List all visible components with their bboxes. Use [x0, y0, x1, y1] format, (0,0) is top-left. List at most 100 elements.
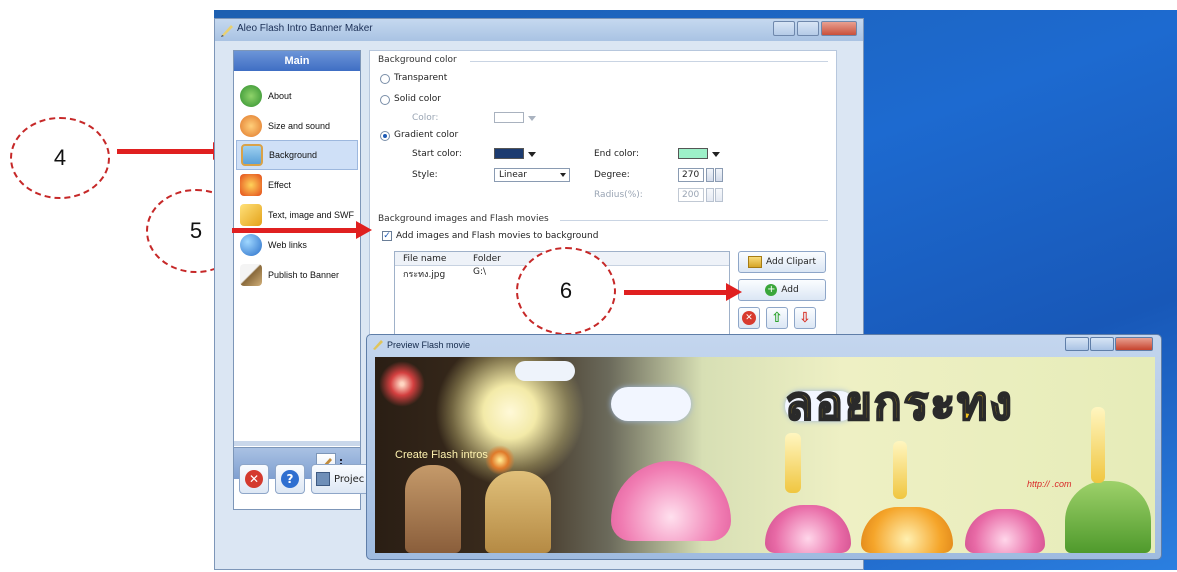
style-select-value: Linear: [499, 170, 527, 180]
project-button[interactable]: Projec: [311, 464, 371, 494]
radius-spinner[interactable]: [706, 188, 714, 202]
end-color-label: End color:: [594, 149, 639, 159]
callout-6-number: 6: [559, 278, 573, 303]
arrow-to-background: [117, 142, 229, 160]
arrow-up-icon: ⇧: [771, 310, 783, 326]
add-clipart-label: Add Clipart: [765, 257, 817, 267]
end-color-swatch[interactable]: [678, 148, 708, 159]
degree-label: Degree:: [594, 170, 630, 180]
preview-minimize-button[interactable]: [1065, 337, 1089, 351]
help-button[interactable]: ?: [275, 464, 305, 494]
text-image-icon: [240, 204, 262, 226]
gradient-color-radio[interactable]: [380, 131, 390, 141]
radius-reset-icon[interactable]: [715, 188, 723, 202]
solid-color-dropdown-icon[interactable]: [528, 116, 536, 121]
preview-logo-icon: [373, 340, 383, 350]
preview-window-controls: [1065, 337, 1153, 351]
style-label: Style:: [412, 170, 438, 180]
add-images-checkbox[interactable]: ✓: [382, 231, 392, 241]
solid-color-radio[interactable]: [380, 95, 390, 105]
sidebar-item-about[interactable]: About: [236, 81, 358, 111]
start-color-dropdown-icon[interactable]: [528, 152, 536, 157]
lotus-pink-right: [965, 509, 1045, 553]
add-button[interactable]: + Add: [738, 279, 826, 301]
start-color-swatch[interactable]: [494, 148, 524, 159]
sidebar-item-background[interactable]: Background: [236, 140, 358, 170]
effect-icon: [240, 174, 262, 196]
callout-5-number: 5: [189, 218, 203, 243]
style-select[interactable]: Linear: [494, 168, 570, 182]
degree-input[interactable]: 270: [678, 168, 704, 182]
add-clipart-button[interactable]: Add Clipart: [738, 251, 826, 273]
lotus-pink-large: [611, 461, 731, 541]
col-file-name: File name: [403, 254, 447, 264]
callout-4: 4: [10, 117, 110, 199]
banner-url-text: http:// .com: [1027, 479, 1072, 489]
sidebar-item-label: Publish to Banner: [268, 270, 340, 280]
radius-input[interactable]: 200: [678, 188, 704, 202]
group-divider: [560, 220, 828, 221]
sidebar-item-text-image-swf[interactable]: Text, image and SWF: [236, 200, 358, 230]
background-color-title: Background color: [378, 55, 457, 65]
transparent-radio[interactable]: [380, 74, 390, 84]
bg-images-title: Background images and Flash movies: [378, 214, 549, 224]
arrow-to-add-button: [624, 283, 742, 301]
sidebar-header: Main: [234, 51, 360, 71]
preview-window: Preview Flash movie ลอยกระทง Create Flas…: [366, 334, 1162, 560]
delete-icon: ✕: [742, 311, 756, 325]
solid-color-label: Solid color: [394, 94, 441, 104]
solid-color-swatch[interactable]: [494, 112, 524, 123]
close-circle-icon: ✕: [245, 470, 263, 488]
add-images-label: Add images and Flash movies to backgroun…: [396, 231, 599, 241]
sidebar-item-label: Size and sound: [268, 121, 331, 131]
brush-icon: [240, 264, 262, 286]
home-icon: [240, 85, 262, 107]
add-label: Add: [781, 285, 799, 295]
app-logo-icon: [221, 25, 233, 37]
transparent-label: Transparent: [394, 73, 448, 83]
end-color-dropdown-icon[interactable]: [712, 152, 720, 157]
candle-glow: [893, 441, 907, 499]
preview-maximize-button[interactable]: [1090, 337, 1114, 351]
globe-icon: [240, 234, 262, 256]
minimize-button[interactable]: [773, 21, 795, 36]
gradient-color-label: Gradient color: [394, 130, 459, 140]
krathong-green: [1065, 481, 1151, 553]
sidebar-item-label: Effect: [268, 180, 291, 190]
start-color-label: Start color:: [412, 149, 462, 159]
move-up-button[interactable]: ⇧: [766, 307, 788, 329]
sidebar-item-size-and-sound[interactable]: Size and sound: [236, 111, 358, 141]
sidebar-item-web-links[interactable]: Web links: [236, 230, 358, 260]
banner-title: ลอยกระทง: [784, 375, 1014, 431]
lotus-pink: [765, 505, 851, 553]
sidebar-item-publish[interactable]: Publish to Banner: [236, 260, 358, 290]
clipart-folder-icon: [747, 256, 762, 268]
radius-value: 200: [682, 190, 700, 200]
move-down-button[interactable]: ⇩: [794, 307, 816, 329]
maximize-button[interactable]: [797, 21, 819, 36]
solid-color-field-label: Color:: [412, 113, 439, 123]
preview-title: Preview Flash movie: [387, 340, 471, 350]
delete-button[interactable]: ✕: [738, 307, 760, 329]
exit-button[interactable]: ✕: [239, 464, 269, 494]
preview-close-button[interactable]: [1115, 337, 1153, 351]
sidebar-item-label: Web links: [268, 240, 307, 250]
sidebar-item-label: About: [268, 91, 292, 101]
callout-6: 6: [516, 247, 616, 335]
arrow-to-add-images-checkbox: [232, 221, 372, 239]
candle-glow: [1091, 407, 1105, 483]
help-icon: ?: [281, 470, 299, 488]
firework-left: [379, 361, 425, 407]
banner-intro-text: Create Flash intros: [395, 449, 488, 461]
col-folder: Folder: [473, 254, 501, 264]
close-button[interactable]: [821, 21, 857, 36]
sidebar-splitter[interactable]: [234, 441, 360, 446]
degree-reset-icon[interactable]: [715, 168, 723, 182]
sidebar-item-effect[interactable]: Effect: [236, 170, 358, 200]
window-controls: [773, 21, 857, 36]
size-sound-icon: [240, 115, 262, 137]
degree-spinner[interactable]: [706, 168, 714, 182]
candle-glow: [785, 433, 801, 493]
file-name-cell: กระทง.jpg: [403, 270, 446, 280]
degree-value: 270: [682, 170, 700, 180]
